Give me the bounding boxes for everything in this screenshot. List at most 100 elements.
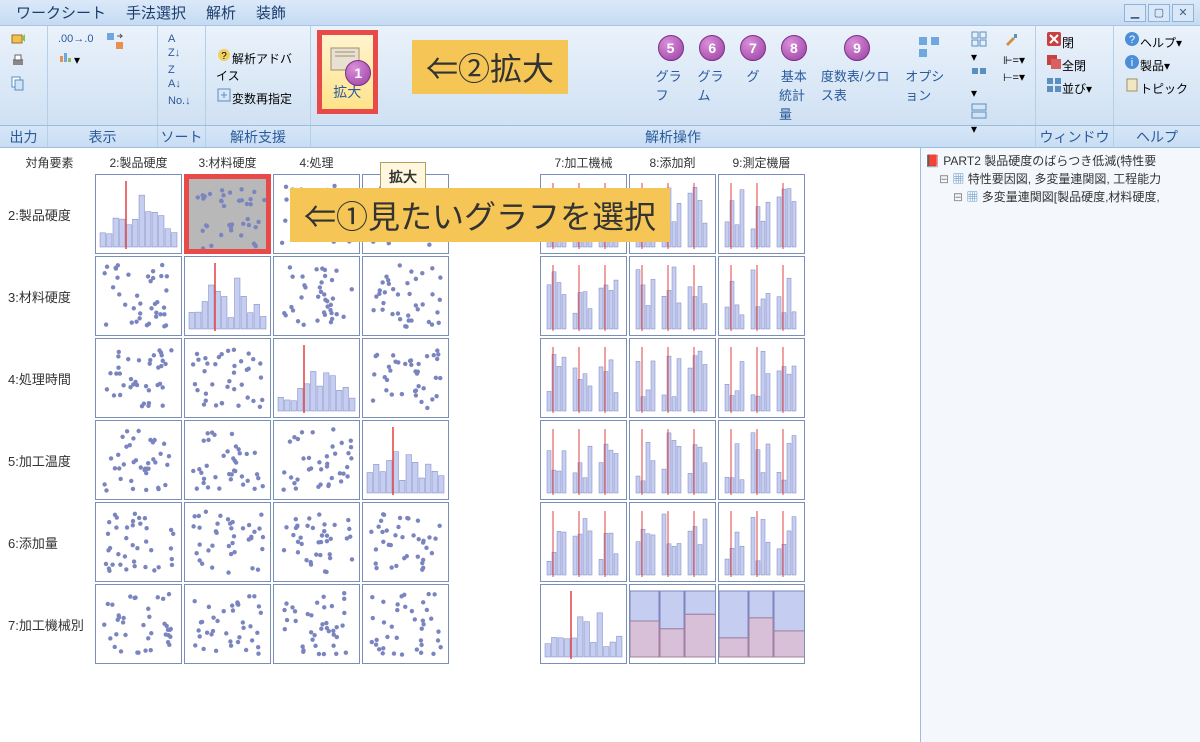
matrix-cell[interactable] xyxy=(629,502,716,582)
matrix-cell[interactable] xyxy=(629,420,716,500)
matrix-cell[interactable] xyxy=(273,420,360,500)
chart-icon: ▦ xyxy=(952,172,964,186)
matrix-cell[interactable] xyxy=(540,256,627,336)
arrange-button[interactable]: 並び▾ xyxy=(1042,76,1096,98)
matrix-cell[interactable] xyxy=(362,420,449,500)
basic-stats-button[interactable]: 8 基本統計量 xyxy=(775,30,813,125)
matrix-cell[interactable] xyxy=(362,256,449,336)
matrix-cell xyxy=(451,256,538,336)
group-label-help: ヘルプ xyxy=(1114,126,1200,147)
matrix-cell[interactable] xyxy=(95,584,182,664)
matrix-cell[interactable] xyxy=(184,338,271,418)
gu-button[interactable]: 7 グ xyxy=(735,30,771,87)
col-header xyxy=(450,152,539,173)
chart-type-icon[interactable]: ▾ xyxy=(54,47,97,68)
close-button[interactable]: ✕ xyxy=(1172,4,1194,22)
matrix-cell[interactable] xyxy=(273,338,360,418)
matrix-cell[interactable] xyxy=(184,502,271,582)
product-button[interactable]: i製品▾ xyxy=(1120,53,1174,75)
matrix-cell[interactable] xyxy=(718,420,805,500)
close-all-button[interactable]: 全閉 xyxy=(1042,53,1090,75)
var-respecify-button[interactable]: 変数再指定 xyxy=(212,86,296,108)
matrix-cell[interactable] xyxy=(718,174,805,254)
sort-az-icon[interactable]: AZ↓ xyxy=(164,30,184,60)
output-icon-1[interactable] xyxy=(6,30,30,51)
group-label-display: 表示 xyxy=(48,126,158,147)
row-header: 6:添加量 xyxy=(4,533,94,552)
freq-cross-button[interactable]: 9 度数表/クロス表 xyxy=(817,30,897,106)
option-button[interactable]: オプション xyxy=(901,30,959,106)
matrix-cell[interactable] xyxy=(718,338,805,418)
row-header: 4:処理時間 xyxy=(4,369,94,388)
zoom-button[interactable]: 1 拡大 xyxy=(317,30,378,114)
matrix-cell xyxy=(451,420,538,500)
matrix-diag-label: 対角要素 xyxy=(5,152,94,173)
matrix-cell[interactable] xyxy=(540,584,627,664)
matrix-cell[interactable] xyxy=(273,502,360,582)
menu-method-select[interactable]: 手法選択 xyxy=(116,0,196,27)
ribbon-group-labels: 出力 表示 ソート 解析支援 解析操作 ウィンドウ ヘルプ xyxy=(0,126,1200,148)
matrix-cell[interactable] xyxy=(629,256,716,336)
swap-icon[interactable] xyxy=(101,30,129,55)
maximize-button[interactable]: ▢ xyxy=(1148,4,1170,22)
close-window-button[interactable]: 閉 xyxy=(1042,30,1078,52)
topic-button[interactable]: トピック xyxy=(1120,76,1192,98)
matrix-cell[interactable] xyxy=(362,502,449,582)
menu-decoration[interactable]: 装飾 xyxy=(246,0,296,27)
grid-small-2[interactable]: ▾ xyxy=(967,66,991,101)
matrix-cell[interactable] xyxy=(718,256,805,336)
brush-icon[interactable] xyxy=(999,30,1029,51)
matrix-cell[interactable] xyxy=(540,502,627,582)
matrix-cell[interactable] xyxy=(273,584,360,664)
col-header: 9:測定機層 xyxy=(717,152,806,173)
menu-worksheet[interactable]: ワークシート xyxy=(6,0,116,27)
tree-root[interactable]: 📕 PART2 製品硬度のばらつき低減(特性要 xyxy=(925,152,1196,170)
matrix-cell[interactable] xyxy=(184,174,271,254)
chart-icon: ▦ xyxy=(966,190,978,204)
width-icon[interactable]: ⊩=▾ xyxy=(999,52,1029,68)
copy-icon[interactable] xyxy=(6,74,30,95)
matrix-cell[interactable] xyxy=(540,420,627,500)
sort-za-icon[interactable]: ZA↓ xyxy=(164,61,185,91)
row-header: 2:製品硬度 xyxy=(4,205,94,224)
matrix-cell[interactable] xyxy=(362,338,449,418)
col-header: 3:材料硬度 xyxy=(183,152,272,173)
menu-bar: ワークシート 手法選択 解析 装飾 ▁ ▢ ✕ xyxy=(0,0,1200,26)
decimal-increase-icon[interactable]: .00→.0 xyxy=(54,30,97,46)
graph-button[interactable]: 5 グラフ xyxy=(652,30,690,106)
group-label-window: ウィンドウ xyxy=(1036,126,1114,147)
grid-small-1[interactable]: ▾ xyxy=(967,30,991,65)
matrix-cell[interactable] xyxy=(184,584,271,664)
tree-child-2[interactable]: ⊟ ▦ 多変量連関図[製品硬度,材料硬度, xyxy=(925,188,1196,206)
matrix-cell[interactable] xyxy=(718,584,805,664)
matrix-cell[interactable] xyxy=(95,420,182,500)
row-header: 5:加工温度 xyxy=(4,451,94,470)
matrix-cell[interactable] xyxy=(629,338,716,418)
menu-analysis[interactable]: 解析 xyxy=(196,0,246,27)
matrix-cell[interactable] xyxy=(95,256,182,336)
matrix-cell[interactable] xyxy=(184,256,271,336)
sort-num-icon[interactable]: No.↓ xyxy=(164,92,195,108)
print-icon[interactable] xyxy=(6,52,30,73)
gram-button[interactable]: 6 グラム xyxy=(693,30,731,106)
matrix-cell xyxy=(451,338,538,418)
analysis-advice-button[interactable]: ?解析アドバイス xyxy=(212,46,304,85)
ribbon: .00→.0 ▾ AZ↓ ZA↓ No.↓ ?解析アドバイス 変数再指定 1 xyxy=(0,26,1200,126)
matrix-cell[interactable] xyxy=(540,338,627,418)
help-button[interactable]: ?ヘルプ▾ xyxy=(1120,30,1186,52)
matrix-cell[interactable] xyxy=(184,420,271,500)
height-icon[interactable]: ⊢=▾ xyxy=(999,69,1029,85)
matrix-cell[interactable] xyxy=(629,584,716,664)
col-header: 8:添加剤 xyxy=(628,152,717,173)
minimize-button[interactable]: ▁ xyxy=(1124,4,1146,22)
col-header: 4:処理 xyxy=(272,152,361,173)
matrix-cell[interactable] xyxy=(273,256,360,336)
matrix-cell[interactable] xyxy=(718,502,805,582)
scatter-matrix-area: 対角要素 2:製品硬度 3:材料硬度 4:処理 7:加工機械 8:添加剤 9:測… xyxy=(0,148,920,742)
matrix-cell[interactable] xyxy=(95,502,182,582)
matrix-cell[interactable] xyxy=(95,174,182,254)
group-label-analysis-support: 解析支援 xyxy=(206,126,311,147)
matrix-cell[interactable] xyxy=(95,338,182,418)
matrix-cell[interactable] xyxy=(362,584,449,664)
tree-child-1[interactable]: ⊟ ▦ 特性要因図, 多変量連関図, 工程能力 xyxy=(925,170,1196,188)
